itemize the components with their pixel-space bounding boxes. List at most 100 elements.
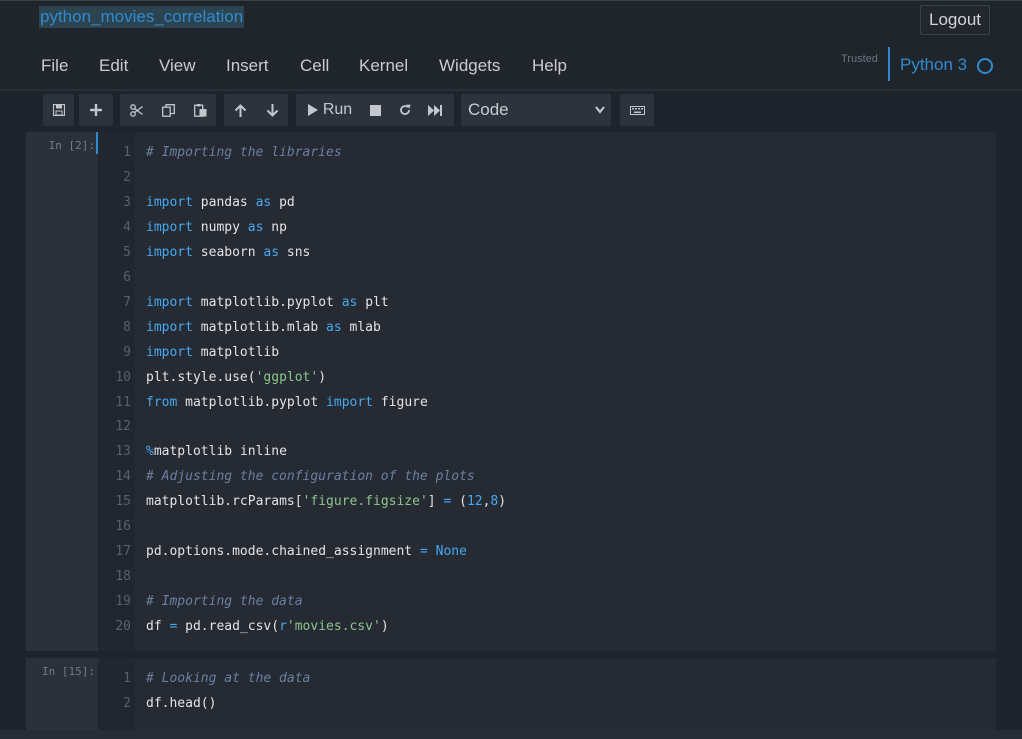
code-line[interactable]: # Importing the data: [146, 593, 303, 611]
code-line[interactable]: # Importing the libraries: [146, 144, 342, 162]
code-line[interactable]: df.head(): [146, 695, 216, 713]
menu-help[interactable]: Help: [532, 56, 567, 76]
save-group: [43, 94, 74, 126]
notebook-title[interactable]: python_movies_correlation: [39, 6, 245, 28]
line-number: 7: [123, 294, 131, 310]
code-line[interactable]: import pandas as pd: [146, 194, 295, 212]
line-number: 13: [115, 444, 131, 460]
fast-forward-icon: [428, 104, 442, 116]
toolbar: Run Code: [0, 92, 1022, 128]
line-number: 4: [123, 219, 131, 235]
line-number: 1: [123, 671, 131, 686]
line-number: 15: [115, 494, 131, 510]
trusted-indicator[interactable]: Trusted: [841, 53, 878, 65]
line-number: 18: [115, 569, 131, 585]
line-number: 14: [115, 469, 131, 485]
line-number: 10: [115, 369, 131, 385]
run-all-button[interactable]: [420, 94, 450, 126]
code-line[interactable]: import seaborn as sns: [146, 244, 310, 262]
code-line[interactable]: from matplotlib.pyplot import figure: [146, 394, 428, 412]
cell-type-value: Code: [468, 100, 509, 119]
edit-group: [120, 94, 216, 126]
code-line[interactable]: # Looking at the data: [146, 670, 310, 688]
command-palette-button[interactable]: [620, 94, 654, 126]
cell-prompt: In [2]:: [48, 139, 95, 152]
plus-icon: [90, 104, 102, 116]
keyboard-group: [620, 94, 654, 126]
line-number: 2: [123, 169, 131, 185]
menu-edit[interactable]: Edit: [99, 56, 128, 76]
copy-button[interactable]: [152, 94, 184, 126]
code-line[interactable]: # Adjusting the configuration of the plo…: [146, 468, 475, 486]
cell-type-select[interactable]: Code: [461, 94, 611, 126]
code-line[interactable]: %matplotlib inline: [146, 443, 287, 461]
insert-cell-button[interactable]: [79, 94, 113, 126]
line-number: 3: [123, 194, 131, 210]
cell-prompt: In [15]:: [42, 665, 95, 678]
save-icon: [52, 104, 65, 116]
play-icon: [307, 104, 318, 116]
menu-widgets[interactable]: Widgets: [439, 56, 500, 76]
code-cell[interactable]: In [15]: 1 # Looking at the data 2 df.head(…: [26, 658, 996, 730]
menu-bar: File Edit View Insert Cell Kernel Widget…: [0, 46, 1022, 86]
line-number: 11: [115, 394, 131, 410]
run-group: Run: [296, 94, 454, 126]
line-number: 20: [115, 619, 131, 635]
paste-button[interactable]: [184, 94, 216, 126]
notebook-container: In [2]: 1 # Importing the libraries 2 3 impo…: [26, 132, 996, 739]
header-divider: [0, 89, 1022, 91]
kernel-name[interactable]: Python 3: [900, 55, 967, 75]
keyboard-icon: [629, 105, 645, 115]
code-editor[interactable]: 1 # Looking at the data 2 df.head(): [98, 658, 996, 730]
code-line[interactable]: import numpy as np: [146, 219, 287, 237]
cut-icon: [129, 103, 143, 117]
notebook-header: python_movies_correlation Logout File Ed…: [0, 0, 1022, 90]
menu-file[interactable]: File: [41, 56, 68, 76]
save-button[interactable]: [43, 94, 74, 126]
line-number: 5: [123, 244, 131, 260]
kernel-separator: [888, 47, 890, 81]
line-number: 2: [123, 696, 131, 711]
interrupt-button[interactable]: [360, 94, 390, 126]
line-number: 6: [123, 269, 131, 285]
code-line[interactable]: pd.options.mode.chained_assignment = Non…: [146, 543, 467, 561]
line-number: 17: [115, 544, 131, 560]
code-line[interactable]: import matplotlib: [146, 344, 279, 362]
code-line[interactable]: matplotlib.rcParams['figure.figsize'] = …: [146, 493, 506, 511]
code-line[interactable]: df = pd.read_csv(r'movies.csv'): [146, 618, 389, 636]
arrow-up-icon: [234, 103, 246, 117]
horizontal-scrollbar[interactable]: [0, 730, 1022, 739]
code-editor[interactable]: 1 # Importing the libraries 2 3 import panda…: [98, 132, 996, 651]
line-number: 19: [115, 594, 131, 610]
copy-icon: [161, 103, 175, 117]
move-group: [224, 94, 288, 126]
paste-icon: [193, 103, 206, 117]
move-up-button[interactable]: [224, 94, 256, 126]
arrow-down-icon: [266, 103, 278, 117]
restart-button[interactable]: [390, 94, 420, 126]
move-down-button[interactable]: [256, 94, 288, 126]
code-line[interactable]: import matplotlib.pyplot as plt: [146, 294, 389, 312]
insert-group: [79, 94, 113, 126]
line-number: 16: [115, 519, 131, 535]
jupyter-notebook-window: python_movies_correlation Logout File Ed…: [0, 0, 1022, 739]
line-number: 8: [123, 319, 131, 335]
run-label: Run: [322, 101, 353, 118]
logout-button[interactable]: Logout: [920, 5, 990, 35]
code-line[interactable]: import matplotlib.mlab as mlab: [146, 319, 381, 337]
line-number: 1: [123, 145, 131, 160]
menu-kernel[interactable]: Kernel: [359, 56, 408, 76]
menu-cell[interactable]: Cell: [300, 56, 329, 76]
restart-icon: [400, 104, 411, 115]
code-line[interactable]: plt.style.use('ggplot'): [146, 369, 326, 387]
stop-icon: [369, 104, 381, 116]
kernel-status-icon: [977, 58, 993, 74]
menu-view[interactable]: View: [159, 56, 196, 76]
chevron-down-icon: [595, 94, 605, 137]
cut-button[interactable]: [120, 94, 152, 126]
line-number: 12: [115, 419, 131, 435]
menu-insert[interactable]: Insert: [226, 56, 269, 76]
code-cell[interactable]: In [2]: 1 # Importing the libraries 2 3 impo…: [26, 132, 996, 651]
line-number: 9: [123, 344, 131, 360]
run-button[interactable]: Run: [302, 94, 358, 126]
